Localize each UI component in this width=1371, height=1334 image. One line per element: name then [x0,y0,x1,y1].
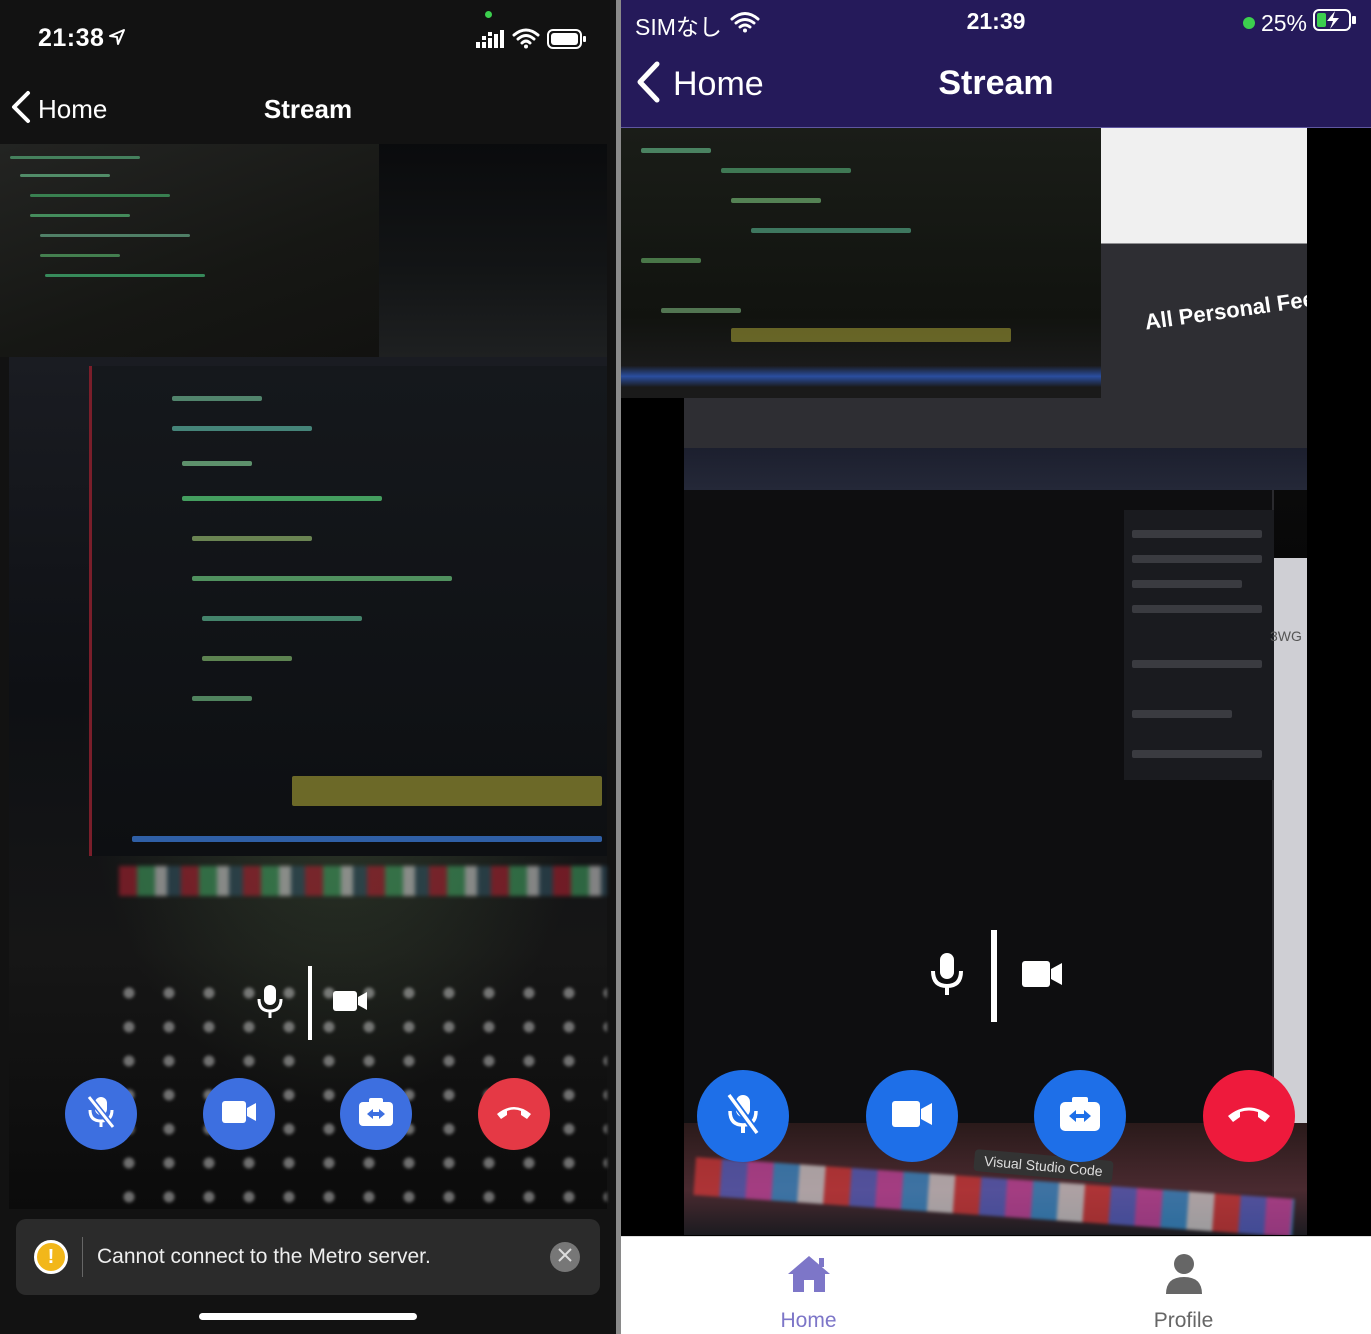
toast-divider [82,1237,83,1277]
camera-toggle-button[interactable] [203,1078,275,1150]
toggle-divider [991,930,997,1022]
battery-charging-icon [1313,8,1357,38]
mute-button[interactable] [65,1078,137,1150]
right-phone-screen: All Personal Feeds 3WG Visual Studio Cod… [621,0,1371,1334]
left-phone-screen: 21:38 Home Stream ! Cannot connect to th… [0,0,616,1334]
mic-icon[interactable] [927,950,967,1003]
status-bar: 21:38 [0,0,616,70]
tab-profile-label: Profile [1153,1309,1214,1332]
video-content [1124,510,1274,780]
toast-message: Cannot connect to the Metro server. [97,1245,431,1268]
warning-icon: ! [34,1240,68,1274]
battery-icon [547,29,587,54]
home-icon [786,1249,832,1299]
local-video-preview [621,128,1101,398]
phone-hangup-icon [1225,1102,1273,1131]
camera-in-use-indicator [485,11,492,18]
video-camera-icon[interactable] [330,981,370,1026]
media-toggle-row [250,966,370,1040]
video-camera-icon [891,1098,933,1135]
switch-camera-button[interactable] [1034,1070,1126,1162]
close-icon [558,1247,572,1267]
battery-percent: 25% [1260,9,1307,36]
page-title: Stream [938,64,1054,102]
media-toggle-row [927,930,1063,1022]
end-call-button[interactable] [478,1078,550,1150]
toggle-divider [308,966,312,1040]
bottom-tab-bar: Home Profile [621,1236,1371,1334]
local-video-preview [0,144,379,357]
end-call-button[interactable] [1203,1070,1295,1162]
status-time: 21:38 [38,24,105,52]
header-divider [621,127,1371,128]
signal-icon [476,30,504,53]
mute-button[interactable] [697,1070,789,1162]
phone-hangup-icon [494,1102,534,1127]
wifi-icon [512,27,540,54]
toast-close-button[interactable] [550,1242,580,1272]
mic-off-icon [723,1092,763,1141]
video-content [119,866,607,896]
tab-home[interactable]: Home [621,1237,996,1334]
video-content [89,366,607,856]
video-camera-icon [221,1098,257,1131]
home-indicator[interactable] [199,1313,417,1320]
error-toast: ! Cannot connect to the Metro server. [16,1219,600,1295]
video-camera-icon[interactable] [1021,957,1063,996]
switch-camera-button[interactable] [340,1078,412,1150]
battery-area: 25% [1242,8,1357,38]
camera-in-use-indicator [1242,17,1255,29]
mic-icon[interactable] [250,981,290,1026]
video-content [684,448,1307,490]
app-header: SIMなし 21:39 25% Home Stream [621,0,1371,128]
switch-camera-icon [1058,1095,1102,1138]
video-content [379,144,607,357]
video-content [684,490,1274,1130]
location-arrow-icon [108,28,126,51]
navigation-bar: Home Stream [0,70,616,144]
switch-camera-icon [357,1096,395,1133]
camera-toggle-button[interactable] [866,1070,958,1162]
tab-home-label: Home [780,1309,837,1332]
screenshot-frame: 21:38 Home Stream ! Cannot connect to th… [0,0,1371,1334]
tab-profile[interactable]: Profile [996,1237,1371,1334]
mic-off-icon [84,1094,118,1135]
user-icon [1164,1249,1204,1299]
page-title: Stream [263,94,353,124]
video-text-side: 3WG [1270,628,1302,644]
